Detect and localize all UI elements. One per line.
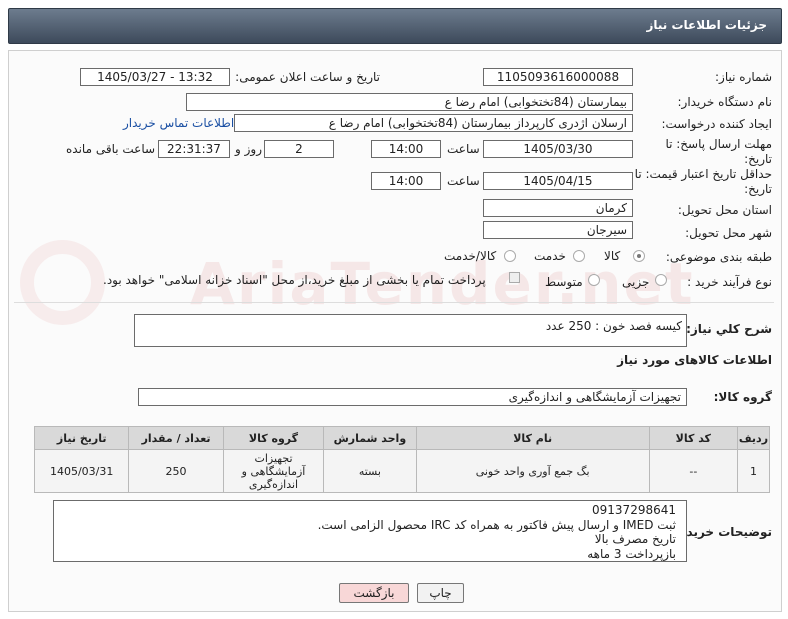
cell-date: 1405/03/31: [33, 449, 130, 493]
cell-qty: 250: [128, 449, 224, 493]
deadline-date-field: 1405/03/30: [483, 140, 633, 158]
category-option-service: خدمت: [534, 249, 566, 263]
page-title: جزئیات اطلاعات نیاز: [646, 18, 767, 32]
validity-time-label: ساعت: [447, 174, 480, 188]
deadline-time-field: 14:00: [371, 140, 441, 158]
deadline-time-label: ساعت: [447, 142, 480, 156]
announce-label: تاریخ و ساعت اعلان عمومی:: [235, 70, 380, 84]
general-desc-text: کیسه فصد خون : 250 عدد: [545, 319, 682, 333]
category-radio-goods[interactable]: [633, 250, 645, 262]
payment-checkbox[interactable]: [509, 272, 520, 283]
category-radio-both[interactable]: [504, 250, 516, 262]
table-header-row: ردیف کد کالا نام کالا واحد شمارش گروه کا…: [33, 426, 771, 450]
th-row: ردیف: [736, 426, 771, 450]
goods-group-field: تجهیزات آزمایشگاهی و اندازه‌گیری: [138, 388, 687, 406]
th-date: تاریخ نیاز: [33, 426, 130, 450]
remaining-label: ساعت باقی مانده: [66, 142, 156, 156]
cell-code: --: [648, 449, 738, 493]
items-table: ردیف کد کالا نام کالا واحد شمارش گروه کا…: [33, 426, 771, 493]
buyer-org-field: بیمارستان (84تختخوابی) امام رضا ع: [186, 93, 633, 111]
buyer-notes-line: ثبت IMED و ارسال پیش فاکتور به همراه کد …: [317, 517, 676, 532]
category-radio-service[interactable]: [573, 250, 585, 262]
th-name: نام کالا: [415, 426, 650, 450]
process-label: نوع فرآیند خرید :: [687, 275, 772, 289]
validity-time-field: 14:00: [371, 172, 441, 190]
deadline-label: مهلت ارسال پاسخ: تا تاریخ:: [665, 137, 772, 166]
table-row: 1 -- بگ جمع آوری واحد خونی بسته تجهیزات …: [33, 449, 771, 493]
buyer-org-label: نام دستگاه خریدار:: [677, 95, 773, 109]
announce-field: 1405/03/27 - 13:32: [80, 68, 230, 86]
province-field: کرمان: [483, 199, 633, 217]
category-label: طبقه بندی موضوعی:: [665, 250, 772, 264]
buyer-notes-box[interactable]: 09137298641 ثبت IMED و ارسال پیش فاکتور …: [53, 500, 687, 562]
requester-label: ایجاد کننده درخواست:: [661, 117, 772, 131]
process-option-medium: متوسط: [545, 275, 583, 289]
cell-name: بگ جمع آوری واحد خونی: [415, 449, 650, 493]
back-button[interactable]: بازگشت: [339, 583, 409, 603]
th-unit: واحد شمارش: [323, 426, 417, 450]
city-label: شهر محل تحویل:: [685, 226, 772, 240]
province-label: استان محل تحویل:: [677, 203, 772, 217]
validity-label: حداقل تاریخ اعتبار قیمت: تا تاریخ:: [634, 167, 772, 196]
need-number-label: شماره نیاز:: [715, 70, 772, 84]
th-group: گروه کالا: [222, 426, 325, 450]
page-header: جزئیات اطلاعات نیاز: [8, 8, 782, 44]
goods-group-label: گروه کالا:: [713, 390, 772, 404]
buyer-notes-line: بازپرداخت 3 ماهه: [587, 546, 676, 561]
print-button[interactable]: چاپ: [417, 583, 464, 603]
validity-date-field: 1405/04/15: [483, 172, 633, 190]
th-code: کد کالا: [648, 426, 738, 450]
cell-row: 1: [736, 449, 771, 493]
category-option-goods: کالا: [604, 249, 621, 263]
watermark-logo-icon: [20, 240, 105, 325]
cell-unit: بسته: [323, 449, 417, 493]
process-radio-medium[interactable]: [588, 274, 600, 286]
requester-field: ارسلان اژدری کارپرداز بیمارستان (84تختخو…: [234, 114, 633, 132]
process-radio-minor[interactable]: [655, 274, 667, 286]
payment-note: پرداخت تمام یا بخشی از مبلغ خرید،از محل …: [103, 273, 486, 287]
process-option-minor: جزیی: [622, 275, 650, 289]
need-number-field: 1105093616000088: [483, 68, 633, 86]
city-field: سیرجان: [483, 221, 633, 239]
general-desc-label: شرح کلي نياز:: [686, 322, 772, 336]
remaining-time-field: 22:31:37: [158, 140, 230, 158]
contact-info-link[interactable]: اطلاعات تماس خریدار: [123, 116, 234, 130]
buyer-notes-line: 09137298641: [592, 503, 676, 517]
cell-group: تجهیزات آزمایشگاهی و اندازه‌گیری: [222, 449, 325, 493]
divider: [14, 302, 774, 303]
category-option-both: کالا/خدمت: [444, 249, 497, 263]
days-field: 2: [264, 140, 334, 158]
general-desc-box[interactable]: کیسه فصد خون : 250 عدد: [134, 314, 687, 347]
goods-info-title: اطلاعات کالاهای مورد نیاز: [617, 353, 772, 367]
th-qty: تعداد / مقدار: [128, 426, 224, 450]
buyer-notes-line: تاریخ مصرف بالا: [594, 532, 676, 546]
days-label: روز و: [235, 142, 262, 156]
